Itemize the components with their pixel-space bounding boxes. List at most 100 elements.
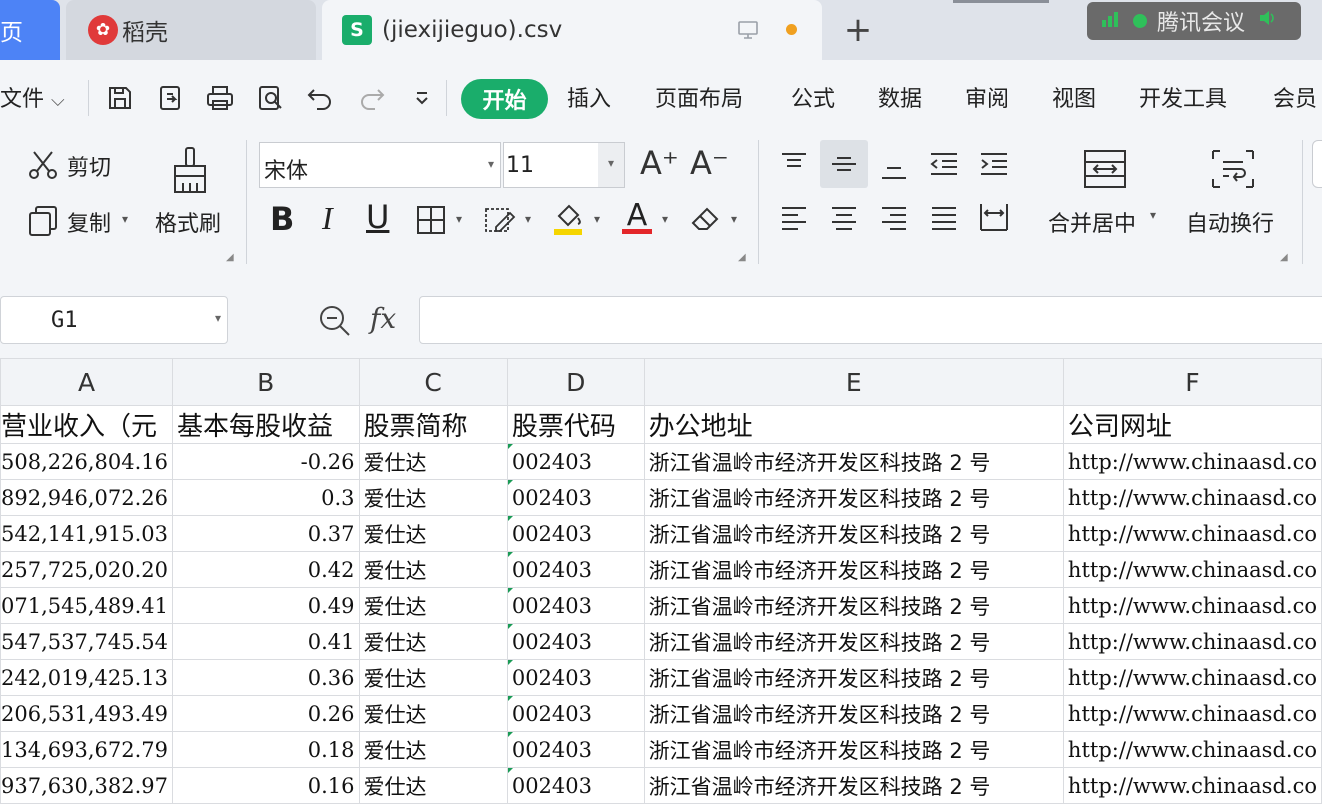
menu-view[interactable]: 视图 bbox=[1052, 84, 1096, 116]
merge-center-icon[interactable] bbox=[1080, 146, 1130, 192]
eraser-icon[interactable] bbox=[688, 202, 724, 236]
cell-d8[interactable]: 002403 bbox=[506, 659, 645, 696]
borders-icon[interactable] bbox=[414, 204, 448, 236]
cell-b2[interactable]: -0.26 bbox=[172, 443, 360, 480]
wrap-text-icon[interactable] bbox=[1208, 146, 1258, 192]
cell-c8[interactable]: 爱仕达 bbox=[358, 659, 508, 696]
font-color-button[interactable]: A bbox=[622, 198, 652, 233]
tab-csv-file[interactable]: S (jiexijieguo).csv bbox=[322, 0, 822, 60]
cell-f4[interactable]: http://www.chinaasd.co bbox=[1062, 515, 1322, 552]
shrink-font-button[interactable]: A⁻ bbox=[690, 144, 729, 182]
cell-e7[interactable]: 浙江省温岭市经济开发区科技路 2 号 bbox=[643, 623, 1064, 660]
menu-formulas[interactable]: 公式 bbox=[791, 84, 835, 116]
cell-b3[interactable]: 0.3 bbox=[172, 479, 360, 516]
cell-b11[interactable]: 0.16 bbox=[172, 767, 360, 804]
cell-d11[interactable]: 002403 bbox=[506, 767, 645, 804]
cut-button[interactable]: 剪切 bbox=[67, 150, 111, 182]
cell-e6[interactable]: 浙江省温岭市经济开发区科技路 2 号 bbox=[643, 587, 1064, 624]
column-header-d[interactable]: D bbox=[506, 358, 645, 406]
merge-center-button[interactable]: 合并居中 bbox=[1048, 206, 1136, 238]
cell-e4[interactable]: 浙江省温岭市经济开发区科技路 2 号 bbox=[643, 515, 1064, 552]
cell-b10[interactable]: 0.18 bbox=[172, 731, 360, 768]
fill-color-icon[interactable] bbox=[550, 200, 586, 236]
menu-developer[interactable]: 开发工具 bbox=[1139, 84, 1227, 116]
menu-data[interactable]: 数据 bbox=[878, 84, 922, 116]
cell-b6[interactable]: 0.49 bbox=[172, 587, 360, 624]
cell-a7[interactable]: 547,537,745.54 bbox=[0, 623, 173, 660]
cell-f6[interactable]: http://www.chinaasd.co bbox=[1062, 587, 1322, 624]
save-icon[interactable] bbox=[104, 82, 136, 114]
menu-review[interactable]: 审阅 bbox=[965, 84, 1009, 116]
cell-a11[interactable]: 937,630,382.97 bbox=[0, 767, 173, 804]
align-right-icon[interactable] bbox=[876, 200, 912, 236]
cell-d10[interactable]: 002403 bbox=[506, 731, 645, 768]
cell-e5[interactable]: 浙江省温岭市经济开发区科技路 2 号 bbox=[643, 551, 1064, 588]
cell-d1[interactable]: 股票代码 bbox=[506, 405, 645, 444]
cell-b7[interactable]: 0.41 bbox=[172, 623, 360, 660]
menu-file[interactable]: 文件 ⌵ bbox=[0, 84, 65, 116]
cell-style-icon[interactable] bbox=[482, 204, 518, 236]
cell-c4[interactable]: 爱仕达 bbox=[358, 515, 508, 552]
menu-insert[interactable]: 插入 bbox=[567, 84, 611, 116]
justify-icon[interactable] bbox=[926, 200, 962, 236]
speaker-icon[interactable] bbox=[1257, 8, 1277, 34]
cell-f9[interactable]: http://www.chinaasd.co bbox=[1062, 695, 1322, 732]
column-header-a[interactable]: A bbox=[0, 358, 173, 406]
zoom-search-icon[interactable] bbox=[316, 302, 354, 340]
cell-f8[interactable]: http://www.chinaasd.co bbox=[1062, 659, 1322, 696]
align-top-icon[interactable] bbox=[776, 146, 812, 182]
cell-d4[interactable]: 002403 bbox=[506, 515, 645, 552]
cell-c7[interactable]: 爱仕达 bbox=[358, 623, 508, 660]
cell-a9[interactable]: 206,531,493.49 bbox=[0, 695, 173, 732]
cell-c9[interactable]: 爱仕达 bbox=[358, 695, 508, 732]
menu-member[interactable]: 会员 bbox=[1273, 84, 1317, 116]
cell-d3[interactable]: 002403 bbox=[506, 479, 645, 516]
column-header-e[interactable]: E bbox=[643, 358, 1064, 406]
cell-e2[interactable]: 浙江省温岭市经济开发区科技路 2 号 bbox=[643, 443, 1064, 480]
cell-e3[interactable]: 浙江省温岭市经济开发区科技路 2 号 bbox=[643, 479, 1064, 516]
cell-b9[interactable]: 0.26 bbox=[172, 695, 360, 732]
italic-button[interactable]: I bbox=[322, 200, 333, 237]
cell-e9[interactable]: 浙江省温岭市经济开发区科技路 2 号 bbox=[643, 695, 1064, 732]
scissors-icon[interactable] bbox=[24, 146, 62, 184]
cell-f5[interactable]: http://www.chinaasd.co bbox=[1062, 551, 1322, 588]
tencent-meeting-widget[interactable]: 腾讯会议 bbox=[1087, 2, 1301, 40]
cell-d9[interactable]: 002403 bbox=[506, 695, 645, 732]
cell-e11[interactable]: 浙江省温岭市经济开发区科技路 2 号 bbox=[643, 767, 1064, 804]
cell-b8[interactable]: 0.36 bbox=[172, 659, 360, 696]
chevron-down-icon[interactable]: ▾ bbox=[594, 212, 600, 226]
cell-f11[interactable]: http://www.chinaasd.co bbox=[1062, 767, 1322, 804]
distributed-align-icon[interactable] bbox=[976, 198, 1012, 236]
align-bottom-icon[interactable] bbox=[876, 150, 912, 186]
chevron-down-icon[interactable]: ▾ bbox=[525, 212, 531, 226]
cell-d7[interactable]: 002403 bbox=[506, 623, 645, 660]
align-left-icon[interactable] bbox=[776, 200, 812, 236]
chevron-down-icon[interactable]: ▾ bbox=[1150, 208, 1156, 222]
cell-e1[interactable]: 办公地址 bbox=[643, 405, 1064, 444]
cell-b4[interactable]: 0.37 bbox=[172, 515, 360, 552]
copy-dropdown-icon[interactable]: ▾ bbox=[122, 212, 128, 226]
tab-home[interactable]: 页 bbox=[0, 0, 60, 60]
cell-a10[interactable]: 134,693,672.79 bbox=[0, 731, 173, 768]
cell-c1[interactable]: 股票简称 bbox=[358, 405, 508, 444]
chevron-down-icon[interactable]: ▾ bbox=[731, 212, 737, 226]
cell-d6[interactable]: 002403 bbox=[506, 587, 645, 624]
cell-d5[interactable]: 002403 bbox=[506, 551, 645, 588]
column-header-b[interactable]: B bbox=[172, 358, 360, 406]
cell-c3[interactable]: 爱仕达 bbox=[358, 479, 508, 516]
increase-indent-icon[interactable] bbox=[976, 146, 1012, 182]
cell-c5[interactable]: 爱仕达 bbox=[358, 551, 508, 588]
format-painter-icon[interactable] bbox=[168, 144, 212, 196]
cell-a5[interactable]: 257,725,020.20 bbox=[0, 551, 173, 588]
copy-button[interactable]: 复制 bbox=[67, 206, 111, 238]
name-box[interactable]: G1 ▾ bbox=[0, 296, 228, 344]
cell-a1[interactable]: 营业收入（元 bbox=[0, 405, 173, 444]
alignment-launcher-icon[interactable]: ◢ bbox=[1280, 252, 1288, 263]
cell-e10[interactable]: 浙江省温岭市经济开发区科技路 2 号 bbox=[643, 731, 1064, 768]
cell-a3[interactable]: 892,946,072.26 bbox=[0, 479, 173, 516]
cell-b1[interactable]: 基本每股收益 bbox=[172, 405, 360, 444]
fx-button[interactable]: fx bbox=[370, 302, 396, 335]
font-name-select[interactable]: 宋体 ▾ bbox=[259, 142, 501, 188]
wrap-text-button[interactable]: 自动换行 bbox=[1186, 206, 1274, 238]
cell-c11[interactable]: 爱仕达 bbox=[358, 767, 508, 804]
